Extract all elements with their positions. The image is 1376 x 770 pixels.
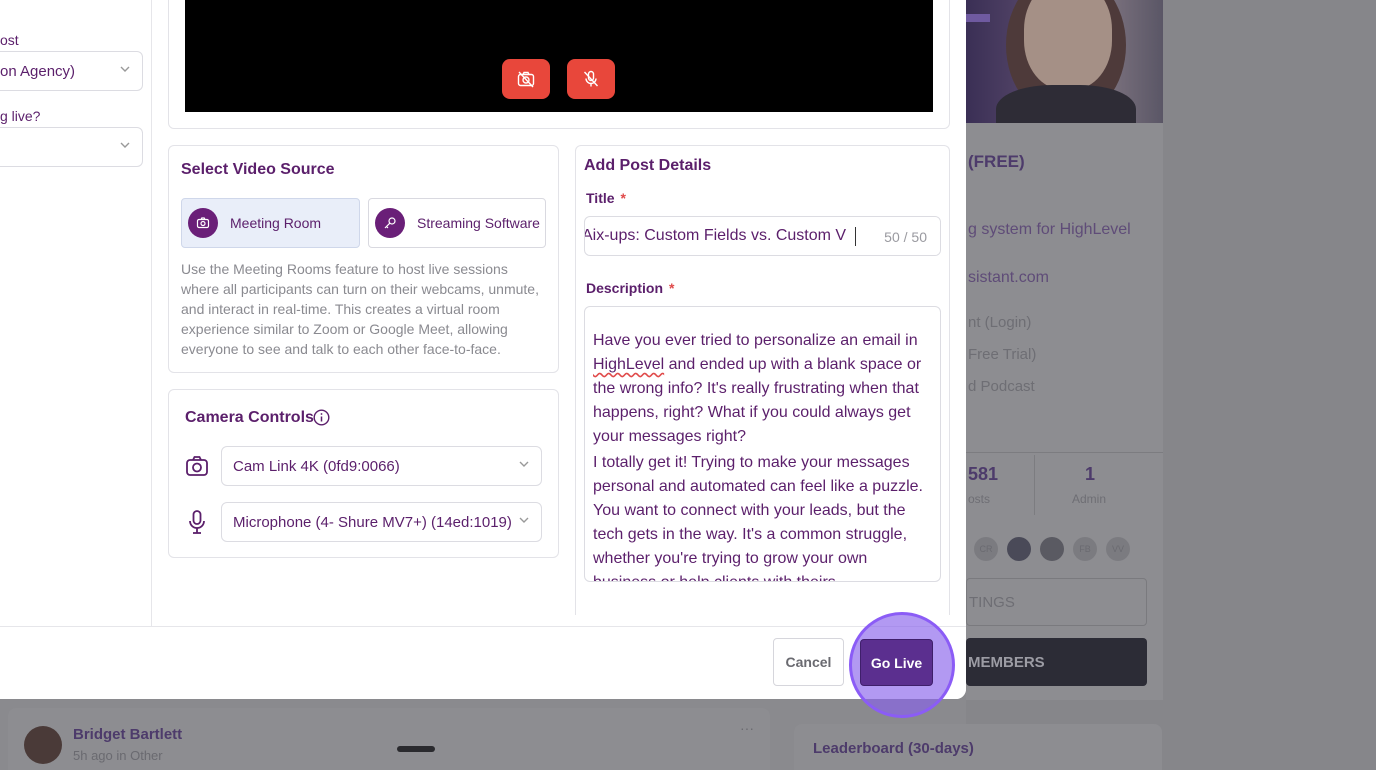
left-field-label-1: ost [0, 32, 19, 48]
text-caret [855, 227, 856, 246]
member-avatar [1007, 537, 1031, 561]
title-input[interactable]: Aix-ups: Custom Fields vs. Custom V 50 /… [584, 216, 941, 256]
post-more-icon: ··· [740, 720, 754, 736]
required-marker: * [620, 190, 626, 206]
left-select-2[interactable] [0, 127, 143, 167]
chevron-down-icon [519, 515, 529, 525]
member-avatar: CR [974, 537, 998, 561]
description-textarea[interactable]: Have you ever tried to personalize an em… [584, 306, 941, 582]
microphone-select[interactable]: Microphone (4- Shure MV7+) (14ed:1019) [221, 502, 542, 542]
post-author-name: Bridget Bartlett [73, 726, 183, 743]
title-label-text: Title [586, 190, 615, 206]
course-description: g system for HighLevel [968, 221, 1131, 238]
go-live-button[interactable]: Go Live [860, 639, 933, 686]
member-avatar: FB [1073, 537, 1097, 561]
member-avatar: VV [1106, 537, 1130, 561]
post-author-avatar [24, 726, 62, 764]
description-text: Have you ever tried to personalize an em… [593, 332, 918, 349]
home-indicator [397, 746, 435, 752]
camera-icon [188, 208, 218, 238]
description-content: Have you ever tried to personalize an em… [593, 329, 931, 581]
camera-off-icon [517, 71, 535, 88]
course-link-3: d Podcast [968, 378, 1035, 395]
member-avatar [1040, 537, 1064, 561]
stat-posts-value: 581 [968, 464, 999, 484]
camera-controls-title: Camera Controls [185, 409, 314, 426]
members-button: MEMBERS [966, 638, 1147, 686]
modal-left-column [0, 0, 152, 626]
left-select-1-value: on Agency) [0, 62, 76, 80]
post-meta: 5h ago in Other [73, 748, 163, 763]
stat-admin-value: 1 [1085, 464, 1096, 484]
source-option-label: Streaming Software [417, 215, 540, 231]
course-link-1: nt (Login) [968, 314, 1032, 331]
camera-select[interactable]: Cam Link 4K (0fd9:0066) [221, 446, 542, 486]
post-details-title: Add Post Details [584, 157, 712, 174]
spellcheck-word: HighLevel [593, 356, 665, 373]
microphone-toggle-button[interactable] [567, 59, 615, 99]
title-label: Title * [586, 190, 626, 206]
title-input-value: Aix-ups: Custom Fields vs. Custom V [584, 227, 847, 244]
source-option-streaming-software[interactable]: Streaming Software [368, 198, 546, 248]
stat-admin-label: Admin [1072, 492, 1107, 506]
mic-off-icon [583, 70, 599, 87]
description-label-text: Description [586, 280, 664, 296]
stats-divider-vertical [1034, 455, 1035, 515]
course-title: (FREE) [968, 152, 1025, 171]
description-paragraph: Have you ever tried to personalize an em… [593, 329, 931, 449]
left-field-label-2: g live? [0, 108, 41, 124]
info-icon[interactable] [313, 409, 330, 426]
video-preview [185, 0, 933, 112]
cancel-button[interactable]: Cancel [773, 638, 844, 686]
camera-icon [186, 456, 208, 476]
source-option-label: Meeting Room [230, 215, 322, 231]
description-label: Description * [586, 280, 674, 296]
settings-button: TINGS [966, 578, 1147, 626]
chevron-down-icon [519, 459, 529, 469]
course-site-link: sistant.com [968, 269, 1049, 286]
leaderboard-title: Leaderboard (30-days) [813, 740, 974, 757]
microphone-select-value: Microphone (4- Shure MV7+) (14ed:1019) [233, 513, 512, 531]
description-paragraph: I totally get it! Trying to make your me… [593, 454, 923, 581]
required-marker: * [669, 280, 675, 296]
source-option-meeting-room[interactable]: Meeting Room [181, 198, 360, 248]
key-icon [375, 208, 405, 238]
course-cover-image [966, 0, 1163, 123]
stat-posts-label: osts [968, 492, 991, 506]
left-select-1[interactable]: on Agency) [0, 51, 143, 91]
title-char-counter: 50 / 50 [876, 229, 927, 245]
course-link-2: Free Trial) [968, 346, 1037, 363]
camera-select-value: Cam Link 4K (0fd9:0066) [233, 457, 400, 475]
video-source-title: Select Video Source [181, 161, 335, 178]
chevron-down-icon [120, 64, 130, 74]
camera-toggle-button[interactable] [502, 59, 550, 99]
stats-divider [966, 452, 1163, 453]
chevron-down-icon [120, 140, 130, 150]
video-source-description: Use the Meeting Rooms feature to host li… [181, 261, 539, 357]
microphone-icon [189, 510, 205, 534]
